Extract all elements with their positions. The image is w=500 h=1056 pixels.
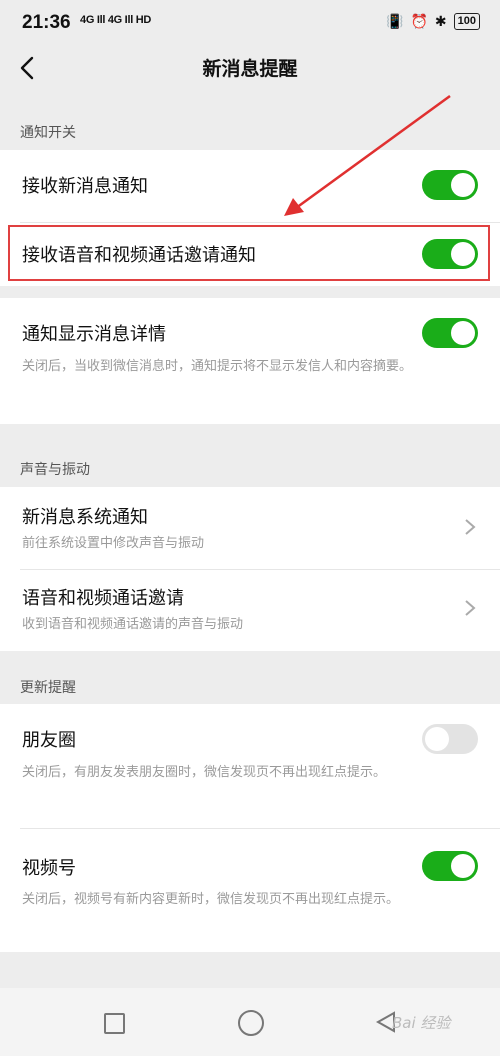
watermark: Bai 经验 [392,1014,451,1032]
row-title: 新消息系统通知 [22,507,148,528]
annotation-arrow [284,94,451,216]
row-subtitle: 关闭后，视频号有新内容更新时，微信发现页不再出现红点提示。 [22,892,400,907]
sound-card: 新消息系统通知 前往系统设置中修改声音与振动 语音和视频通话邀请 收到语音和视频… [0,487,500,651]
toggle-knob [425,727,449,751]
chevron-right-icon [465,600,476,616]
row-subtitle: 关闭后，当收到微信消息时，通知提示将不显示发信人和内容摘要。 [22,359,413,374]
channels-toggle[interactable] [422,851,478,881]
row-subtitle: 关闭后，有朋友发表朋友圈时，微信发现页不再出现红点提示。 [22,765,387,780]
row-title: 语音和视频通话邀请 [22,588,184,609]
row-subtitle: 前往系统设置中修改声音与振动 [22,536,205,551]
show-message-details-toggle[interactable] [422,318,478,348]
row-title: 朋友圈 [22,730,76,751]
section-label-sound: 声音与振动 [20,462,90,478]
row-channels[interactable]: 视频号 关闭后，视频号有新内容更新时，微信发现页不再出现红点提示。 [0,829,500,952]
toggle-knob [451,854,475,878]
row-title: 视频号 [22,858,76,879]
moments-toggle[interactable] [422,724,478,754]
recents-button[interactable] [104,1013,125,1034]
row-title: 通知显示消息详情 [22,324,166,345]
home-button[interactable] [238,1010,264,1036]
row-system-notification[interactable]: 新消息系统通知 前往系统设置中修改声音与振动 [0,487,500,569]
section-label-updates: 更新提醒 [20,680,76,696]
row-show-message-details[interactable]: 通知显示消息详情 关闭后，当收到微信消息时，通知提示将不显示发信人和内容摘要。 [0,298,500,424]
row-call-invite-sound[interactable]: 语音和视频通话邀请 收到语音和视频通话邀请的声音与振动 [0,570,500,651]
system-nav-bar: Bai 经验 [0,988,500,1056]
row-moments[interactable]: 朋友圈 关闭后，有朋友发表朋友圈时，微信发现页不再出现红点提示。 [0,704,500,828]
toggle-knob [451,321,475,345]
updates-card: 朋友圈 关闭后，有朋友发表朋友圈时，微信发现页不再出现红点提示。 视频号 关闭后… [0,704,500,952]
chevron-right-icon [465,519,476,535]
row-subtitle: 收到语音和视频通话邀请的声音与振动 [22,617,244,632]
